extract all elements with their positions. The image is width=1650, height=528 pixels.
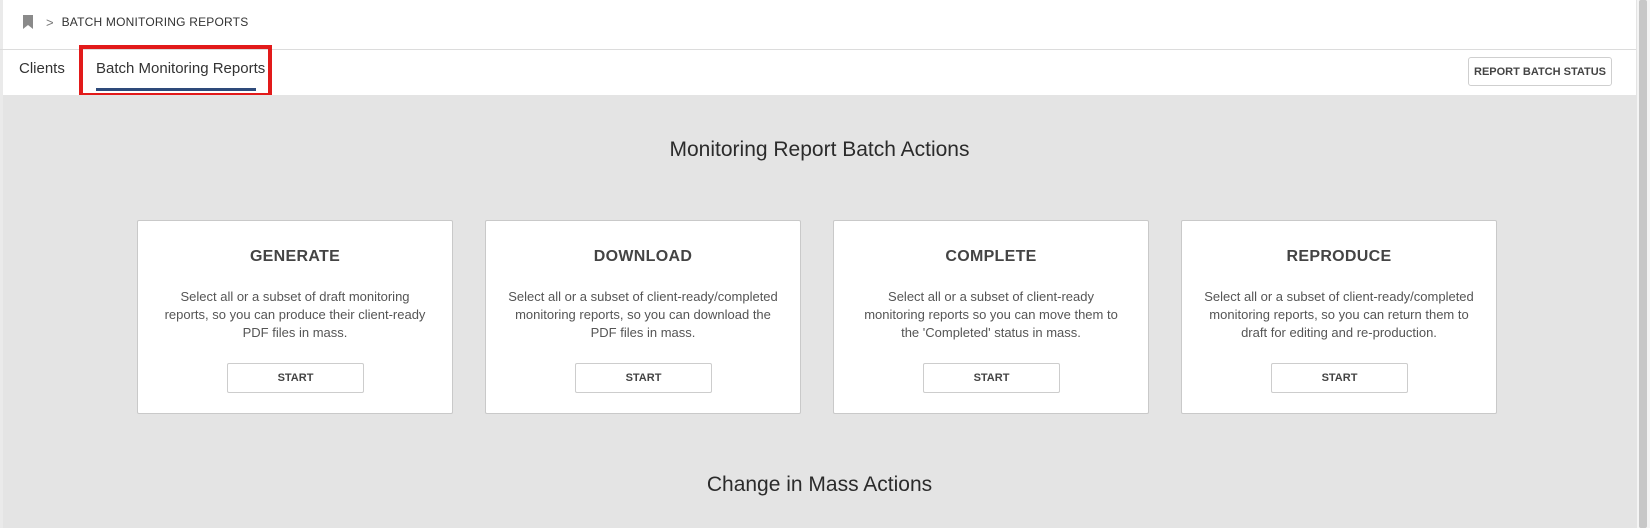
download-start-button[interactable]: START (575, 363, 712, 393)
mass-actions-title: Change in Mass Actions (706, 473, 933, 496)
app-window: > BATCH MONITORING REPORTS Clients Batch… (0, 0, 1636, 528)
breadcrumb-current: BATCH MONITORING REPORTS (61, 15, 249, 29)
card-title: DOWNLOAD (593, 248, 693, 265)
card-title: COMPLETE (945, 248, 1037, 265)
main-content: Monitoring Report Batch Actions GENERATE… (3, 95, 1636, 528)
reproduce-start-button[interactable]: START (1271, 363, 1408, 393)
scrollbar-thumb[interactable] (1639, 0, 1647, 528)
card-description: Select all or a subset of client-ready m… (864, 289, 1118, 340)
generate-start-button[interactable]: START (227, 363, 364, 393)
complete-start-button[interactable]: START (923, 363, 1060, 393)
card-description: Select all or a subset of client-ready/c… (1204, 289, 1474, 340)
bookmark-icon[interactable] (22, 14, 34, 30)
report-batch-status-button[interactable]: REPORT BATCH STATUS (1468, 57, 1612, 86)
card-description: Select all or a subset of client-ready/c… (508, 289, 778, 340)
tab-clients-label: Clients (19, 60, 65, 77)
breadcrumb: > BATCH MONITORING REPORTS (22, 12, 248, 32)
breadcrumb-separator: > (46, 14, 54, 30)
complete-card: COMPLETE Select all or a subset of clien… (833, 220, 1149, 414)
generate-card: GENERATE Select all or a subset of draft… (137, 220, 453, 414)
download-card: DOWNLOAD Select all or a subset of clien… (485, 220, 801, 414)
tab-highlight-box (79, 45, 272, 97)
card-description: Select all or a subset of draft monitori… (164, 289, 426, 340)
card-title: GENERATE (249, 248, 341, 265)
reproduce-card: REPRODUCE Select all or a subset of clie… (1181, 220, 1497, 414)
card-title: REPRODUCE (1286, 248, 1392, 265)
batch-actions-title: Monitoring Report Batch Actions (669, 138, 970, 161)
